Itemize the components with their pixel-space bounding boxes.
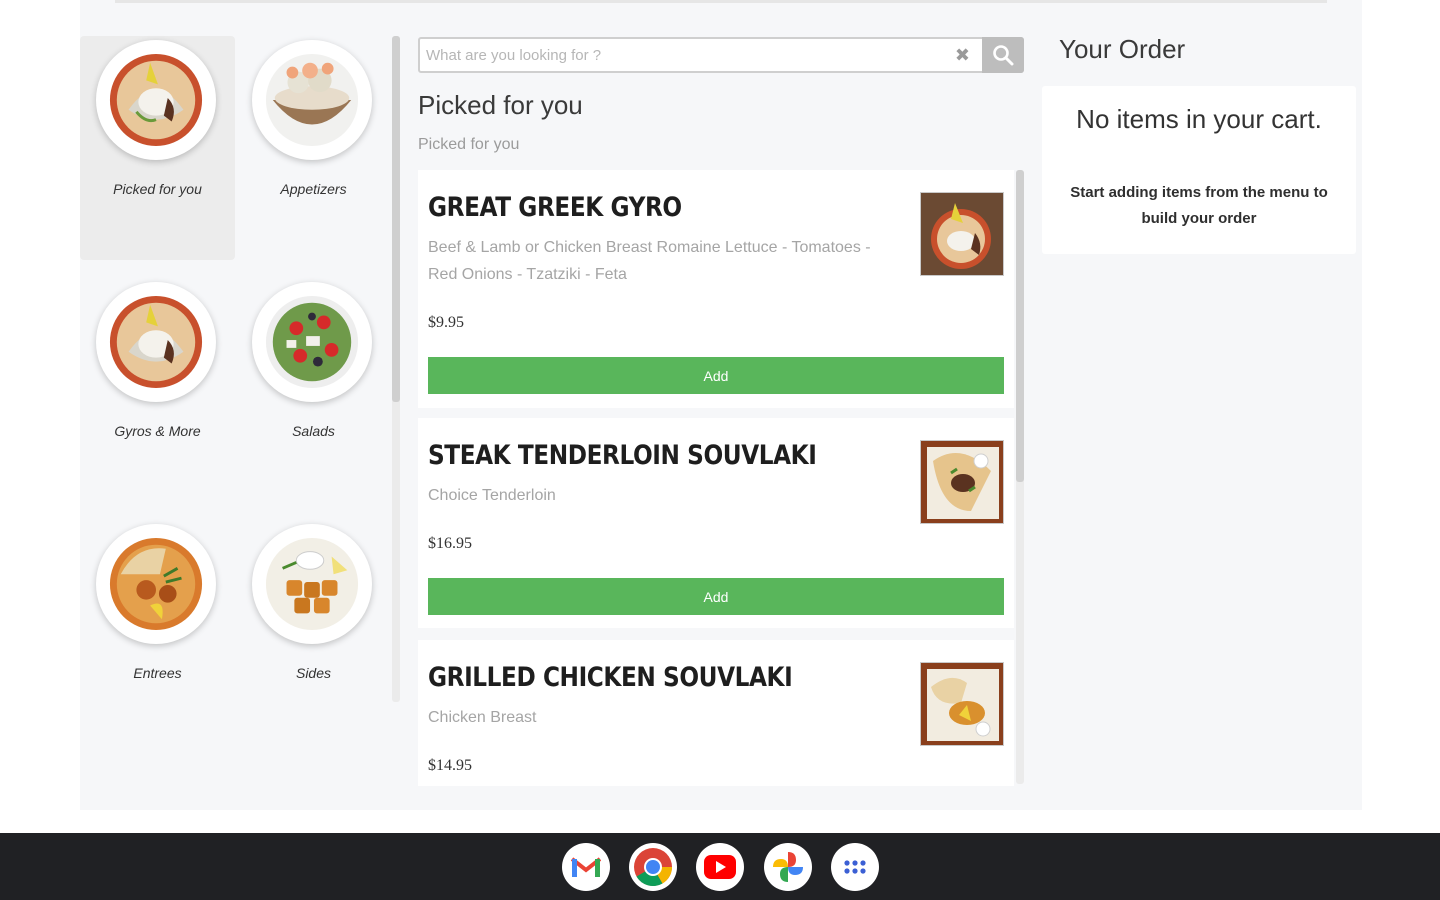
app-launcher-icon[interactable] — [831, 843, 879, 891]
item-name: GREAT GREEK GYRO — [428, 192, 682, 223]
youtube-icon[interactable] — [696, 843, 744, 891]
appetizer-bowl-image — [252, 40, 372, 160]
photos-icon[interactable] — [764, 843, 812, 891]
menu-scrollbar-thumb[interactable] — [1016, 170, 1024, 482]
gyro-plate-image — [96, 40, 216, 160]
section-title: Picked for you — [418, 90, 583, 120]
category-label: Appetizers — [280, 181, 347, 197]
add-button[interactable]: Add — [428, 578, 1004, 615]
gyro-plate-image — [96, 282, 216, 402]
salad-bowl-image — [252, 282, 372, 402]
category-entrees[interactable]: Entrees — [80, 520, 235, 744]
gyro-image — [920, 192, 1004, 276]
item-description: Chicken Breast — [428, 709, 537, 726]
category-label: Salads — [292, 423, 335, 439]
category-label: Entrees — [133, 665, 182, 681]
steak-souvlaki-image — [920, 440, 1004, 524]
section-subtitle: Picked for you — [418, 136, 520, 153]
item-price: $16.95 — [428, 535, 472, 552]
item-price: $14.95 — [428, 757, 472, 774]
category-label: Sides — [295, 665, 332, 681]
chrome-icon[interactable] — [629, 843, 677, 891]
menu-item-card[interactable]: STEAK TENDERLOIN SOUVLAKI Choice Tenderl… — [418, 418, 1014, 628]
gmail-icon[interactable] — [562, 843, 610, 891]
entree-plate-image — [96, 524, 216, 644]
search-input[interactable] — [426, 43, 946, 67]
sides-plate-image — [252, 524, 372, 644]
item-name: STEAK TENDERLOIN SOUVLAKI — [428, 440, 817, 471]
item-description: Choice Tenderloin — [428, 487, 556, 504]
category-label: Gyros & More — [114, 423, 201, 439]
item-description: Beef & Lamb or Chicken Breast Romaine Le… — [428, 239, 871, 283]
menu-item-card[interactable]: GREAT GREEK GYRO Beef & Lamb or Chicken … — [418, 170, 1014, 408]
category-sides[interactable]: Sides — [236, 520, 391, 744]
cart-panel: No items in your cart. Start adding item… — [1042, 86, 1356, 254]
category-picked-for-you[interactable]: Picked for you — [80, 36, 235, 260]
category-appetizers[interactable]: Appetizers — [236, 36, 391, 260]
category-salads[interactable]: Salads — [236, 278, 391, 502]
menu-item-card[interactable]: GRILLED CHICKEN SOUVLAKI Chicken Breast … — [418, 640, 1014, 786]
chicken-souvlaki-image — [920, 662, 1004, 746]
item-price: $9.95 — [428, 314, 464, 331]
order-title: Your Order — [1059, 34, 1186, 64]
category-gyros-and-more[interactable]: Gyros & More — [80, 278, 235, 502]
add-button[interactable]: Add — [428, 357, 1004, 394]
search-button[interactable] — [982, 37, 1024, 73]
clear-icon[interactable]: ✖ — [955, 45, 970, 65]
taskbar — [0, 833, 1440, 900]
cart-hint: Start adding items from the menu to buil… — [1070, 184, 1328, 227]
top-divider — [115, 0, 1327, 3]
category-scrollbar-thumb[interactable] — [392, 36, 400, 402]
cart-empty-message: No items in your cart. — [1076, 104, 1322, 134]
search-box: ✖ — [418, 37, 1024, 73]
item-name: GRILLED CHICKEN SOUVLAKI — [428, 662, 793, 693]
search-icon — [993, 45, 1014, 66]
category-label: Picked for you — [113, 181, 202, 197]
